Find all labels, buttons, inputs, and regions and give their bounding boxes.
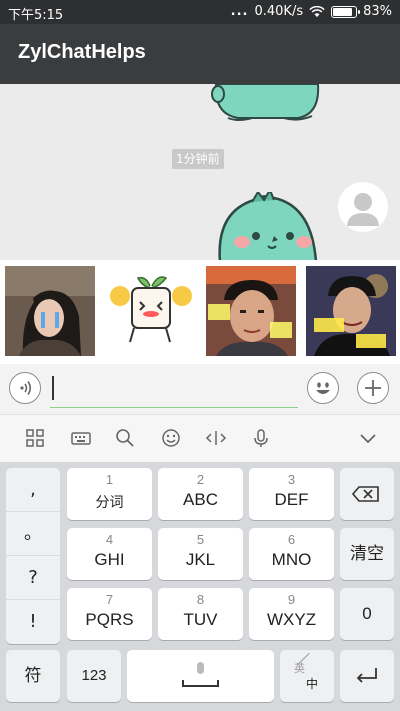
symbol-key[interactable]: 符 <box>6 650 60 702</box>
sticker-man-meme-2[interactable] <box>306 266 396 356</box>
key-label: PQRS <box>85 610 134 629</box>
user-avatar[interactable] <box>338 182 388 232</box>
keyboard: , 。 ? ! 1 分词 2 ABC 3 DEF 4 GHI 5 JKL 6 M… <box>0 462 400 711</box>
status-dots: ... <box>230 4 249 19</box>
keyboard-layout-icon[interactable] <box>70 427 92 449</box>
language-switch-key[interactable]: 英 中 <box>280 650 334 702</box>
battery-percent: 83% <box>363 4 392 19</box>
network-speed: 0.40K/s <box>254 4 304 19</box>
message-input-bar <box>0 364 400 414</box>
enter-key[interactable] <box>340 650 394 702</box>
key-6[interactable]: 6 MNO <box>249 528 334 580</box>
sent-sticker-dinosaur-top[interactable] <box>208 84 328 124</box>
lang-zh-label: 中 <box>306 677 319 691</box>
key-7[interactable]: 7 PQRS <box>67 588 152 640</box>
chat-area[interactable]: 1分钟前 <box>0 84 400 260</box>
backspace-icon <box>351 486 379 502</box>
emoji-button[interactable] <box>307 372 339 404</box>
collapse-keyboard-icon[interactable] <box>357 427 379 449</box>
sticker-radish-cheer[interactable] <box>106 266 196 356</box>
punct-period[interactable]: 。 <box>6 512 60 556</box>
sticker-crying-girl[interactable] <box>5 266 95 356</box>
key-label: GHI <box>94 550 125 569</box>
key-2[interactable]: 2 ABC <box>158 468 243 520</box>
key-label: ABC <box>183 490 218 509</box>
cursor-move-icon[interactable] <box>205 427 227 449</box>
sticker-man-meme-1[interactable] <box>206 266 296 356</box>
backspace-key[interactable] <box>340 468 394 520</box>
more-button[interactable] <box>357 372 389 404</box>
status-right: ... 0.40K/s 83% <box>231 4 392 19</box>
key-number: 2 <box>196 472 205 487</box>
emoji-icon <box>316 382 330 394</box>
punct-exclaim[interactable]: ! <box>6 600 60 644</box>
microphone-icon[interactable] <box>250 427 272 449</box>
key-label: 分词 <box>95 495 124 511</box>
battery-icon <box>331 5 361 18</box>
space-mic-icon <box>182 662 219 687</box>
status-time: 下午5:15 <box>8 8 64 23</box>
search-icon[interactable] <box>114 427 136 449</box>
key-3[interactable]: 3 DEF <box>249 468 334 520</box>
keyboard-toolbar <box>0 414 400 462</box>
key-number: 3 <box>287 472 296 487</box>
text-caret <box>52 376 54 400</box>
key-label: DEF <box>274 490 309 509</box>
key-8[interactable]: 8 TUV <box>158 588 243 640</box>
key-label: MNO <box>271 550 312 569</box>
punctuation-column: , 。 ? ! <box>6 468 60 644</box>
sticker-panel <box>0 260 400 364</box>
voice-input-button[interactable] <box>9 372 41 404</box>
punct-question[interactable]: ? <box>6 556 60 600</box>
message-input[interactable] <box>50 372 298 408</box>
clear-key[interactable]: 清空 <box>340 528 394 580</box>
status-bar: 下午5:15 ... 0.40K/s 83% <box>0 0 400 24</box>
message-timestamp: 1分钟前 <box>172 149 224 169</box>
key-9[interactable]: 9 WXYZ <box>249 588 334 640</box>
key-label: JKL <box>185 550 216 569</box>
smiley-icon[interactable] <box>160 427 182 449</box>
key-label: WXYZ <box>266 610 317 629</box>
key-number: 8 <box>196 592 205 607</box>
enter-icon <box>356 668 377 683</box>
wifi-icon <box>309 5 325 17</box>
key-number: 7 <box>105 592 114 607</box>
key-label: TUV <box>183 610 218 629</box>
space-key[interactable] <box>127 650 274 702</box>
key-1[interactable]: 1 分词 <box>67 468 152 520</box>
key-0[interactable]: 0 <box>340 588 394 640</box>
key-number: 6 <box>287 532 296 547</box>
app-bar: ZylChatHelps <box>0 24 400 84</box>
app-title: ZylChatHelps <box>18 41 146 63</box>
punct-comma[interactable]: , <box>6 468 60 512</box>
grid-menu-icon[interactable] <box>24 427 46 449</box>
key-4[interactable]: 4 GHI <box>67 528 152 580</box>
voice-icon <box>20 381 32 395</box>
key-number: 9 <box>287 592 296 607</box>
numbers-key[interactable]: 123 <box>67 650 121 702</box>
plus-icon <box>365 380 381 396</box>
default-avatar-icon <box>347 193 379 226</box>
key-number: 1 <box>105 472 114 487</box>
key-number: 5 <box>196 532 205 547</box>
key-number: 4 <box>105 532 114 547</box>
key-5[interactable]: 5 JKL <box>158 528 243 580</box>
sent-sticker-dinosaur[interactable] <box>212 192 322 260</box>
